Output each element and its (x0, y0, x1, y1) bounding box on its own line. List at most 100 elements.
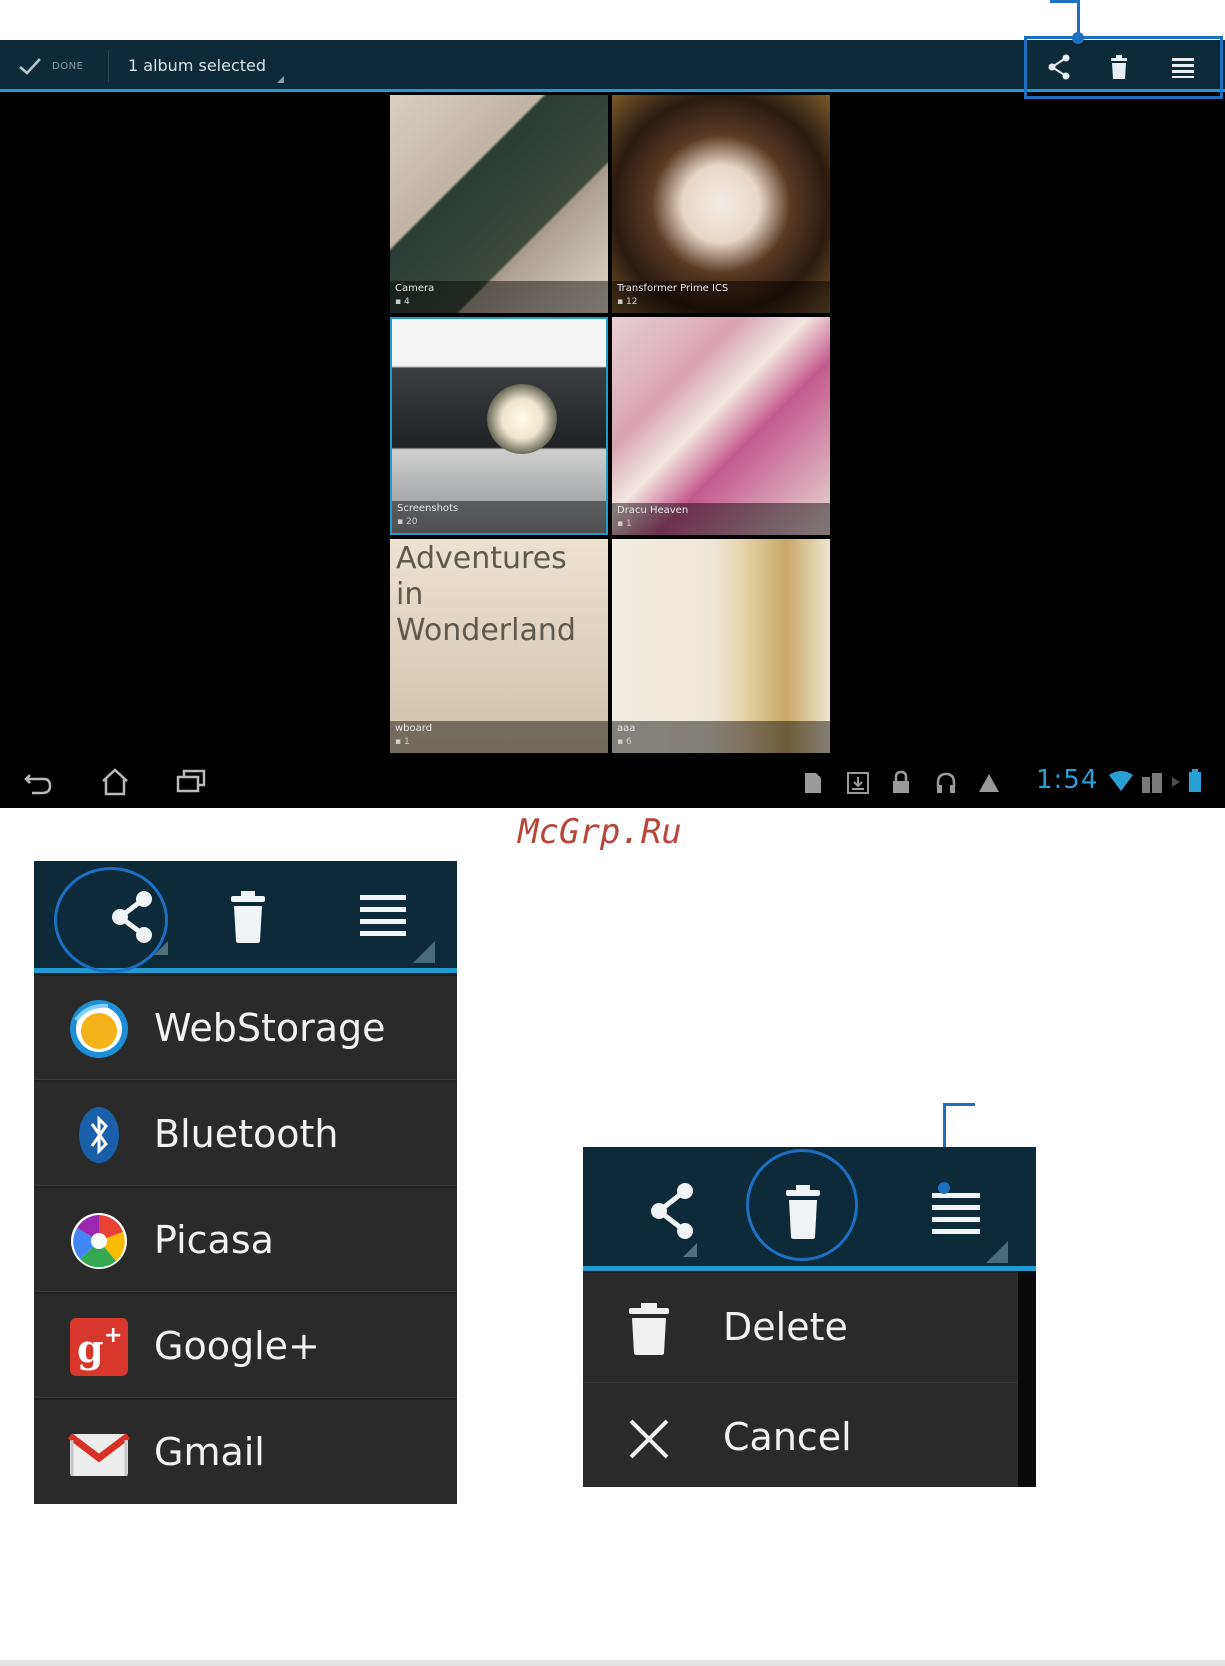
action-bar-divider (108, 50, 109, 82)
menu-item-delete[interactable]: Delete (583, 1273, 1018, 1383)
close-icon (629, 1419, 669, 1459)
webstorage-icon (70, 1000, 128, 1058)
battery-icon (1189, 769, 1201, 792)
album-count-value: 4 (403, 297, 410, 307)
googleplus-icon: g + (70, 1318, 128, 1376)
album-tile[interactable]: Dracu Heaven ▪ 1 (612, 317, 830, 535)
album-count: ▪ 12 (617, 297, 638, 307)
share-item-label: Bluetooth (154, 1112, 339, 1156)
album-count-value: 20 (405, 517, 418, 527)
share-item-picasa[interactable]: Picasa (34, 1188, 457, 1292)
dropdown-corner-icon (277, 76, 284, 83)
share-panel-action-bar (34, 861, 457, 973)
share-item-gmail[interactable]: Gmail (34, 1400, 457, 1504)
album-title: Camera (395, 283, 435, 294)
delete-menu-panel: Delete Cancel (583, 1147, 1036, 1487)
album-caption: aaa ▪ 6 (612, 721, 830, 753)
share-item-label: Google+ (154, 1324, 320, 1368)
corner-indicator-icon (683, 1243, 697, 1257)
album-tile[interactable]: Transformer Prime ICS ▪ 12 (612, 95, 830, 313)
album-tile[interactable]: Adventures in Wonderland wboard ▪ 1 (390, 539, 608, 753)
panel-edge-shadow (1018, 1271, 1036, 1487)
album-caption: wboard ▪ 1 (390, 721, 608, 753)
album-title: aaa (617, 723, 636, 734)
wifi-icon (1109, 771, 1133, 791)
checkmark-icon (19, 58, 41, 75)
home-icon[interactable] (98, 767, 132, 797)
callout-dot (938, 1182, 950, 1194)
share-item-label: Gmail (154, 1430, 265, 1474)
notification-file-icon (805, 773, 821, 793)
page-bottom-rule (0, 1660, 1225, 1666)
gmail-icon (68, 1433, 130, 1476)
album-count-value: 12 (625, 297, 638, 307)
album-count-value: 6 (625, 737, 632, 747)
trash-icon (231, 891, 265, 943)
tile-title-text: Adventures in Wonderland (396, 541, 576, 648)
corner-indicator-icon (413, 941, 435, 963)
album-tile-selected[interactable]: Screenshots ▪ 20 (390, 317, 608, 535)
share-item-label: Picasa (154, 1218, 274, 1262)
album-count: ▪ 4 (395, 297, 410, 307)
callout-circle (746, 1149, 858, 1261)
notification-headset-icon (936, 772, 956, 793)
album-count: ▪ 1 (617, 519, 632, 529)
menu-icon (360, 895, 406, 936)
menu-item-cancel[interactable]: Cancel (583, 1383, 1018, 1487)
corner-indicator-icon (986, 1241, 1008, 1263)
album-tile[interactable]: aaa ▪ 6 (612, 539, 830, 753)
callout-highlight-box (1024, 36, 1223, 99)
notification-download-icon (847, 772, 869, 794)
share-icon (651, 1183, 693, 1239)
recent-apps-icon[interactable] (174, 767, 208, 797)
signal-icon (1142, 773, 1162, 793)
share-item-googleplus[interactable]: g + Google+ (34, 1294, 457, 1398)
album-caption: Screenshots ▪ 20 (392, 501, 606, 533)
notification-warning-icon (979, 774, 999, 792)
share-button[interactable] (635, 1173, 711, 1249)
done-label: DONE (52, 60, 84, 72)
album-caption: Dracu Heaven ▪ 1 (612, 503, 830, 535)
arrow-icon (1172, 777, 1180, 787)
share-item-webstorage[interactable]: WebStorage (34, 976, 457, 1080)
album-title: Screenshots (397, 503, 459, 514)
delete-panel-action-bar (583, 1147, 1036, 1271)
album-tile[interactable]: Camera ▪ 4 (390, 95, 608, 313)
tablet-screen: DONE 1 album selected Camera ▪ 4 Transfo… (0, 40, 1225, 808)
watermark: McGrp.Ru (518, 812, 682, 852)
album-count-value: 1 (403, 737, 410, 747)
overflow-menu-button[interactable] (358, 893, 410, 943)
notification-lock-icon (893, 770, 909, 793)
album-count-value: 1 (625, 519, 632, 529)
album-title: Dracu Heaven (617, 505, 689, 516)
svg-text:+: + (104, 1323, 122, 1348)
svg-text:g: g (77, 1326, 104, 1371)
trash-icon (629, 1303, 669, 1355)
done-button[interactable]: DONE (18, 54, 98, 78)
flower-photo (487, 384, 557, 454)
status-clock: 1:54 (1036, 765, 1099, 795)
selection-dropdown[interactable]: 1 album selected (128, 54, 266, 78)
album-title: Transformer Prime ICS (617, 283, 729, 294)
menu-icon (932, 1193, 980, 1234)
menu-item-label: Delete (723, 1305, 848, 1349)
overflow-menu-button[interactable] (930, 1187, 982, 1237)
delete-button[interactable] (226, 889, 270, 945)
system-bar: 1:54 (0, 755, 1225, 808)
album-caption: Camera ▪ 4 (390, 281, 608, 313)
album-count: ▪ 6 (617, 737, 632, 747)
album-grid: Camera ▪ 4 Transformer Prime ICS ▪ 12 Sc… (390, 95, 834, 753)
album-count: ▪ 1 (395, 737, 410, 747)
share-menu-panel: WebStorage Bluetooth Picasa g + Google+ (34, 861, 457, 1504)
picasa-icon (71, 1213, 127, 1269)
menu-item-label: Cancel (723, 1415, 852, 1459)
callout-circle (54, 867, 168, 973)
share-item-bluetooth[interactable]: Bluetooth (34, 1082, 457, 1186)
callout-line (943, 1103, 975, 1106)
album-title: wboard (395, 723, 433, 734)
bluetooth-icon (79, 1107, 119, 1163)
callout-line (1050, 0, 1080, 3)
album-caption: Transformer Prime ICS ▪ 12 (612, 281, 830, 313)
album-count: ▪ 20 (397, 517, 418, 527)
back-icon[interactable] (22, 767, 56, 797)
